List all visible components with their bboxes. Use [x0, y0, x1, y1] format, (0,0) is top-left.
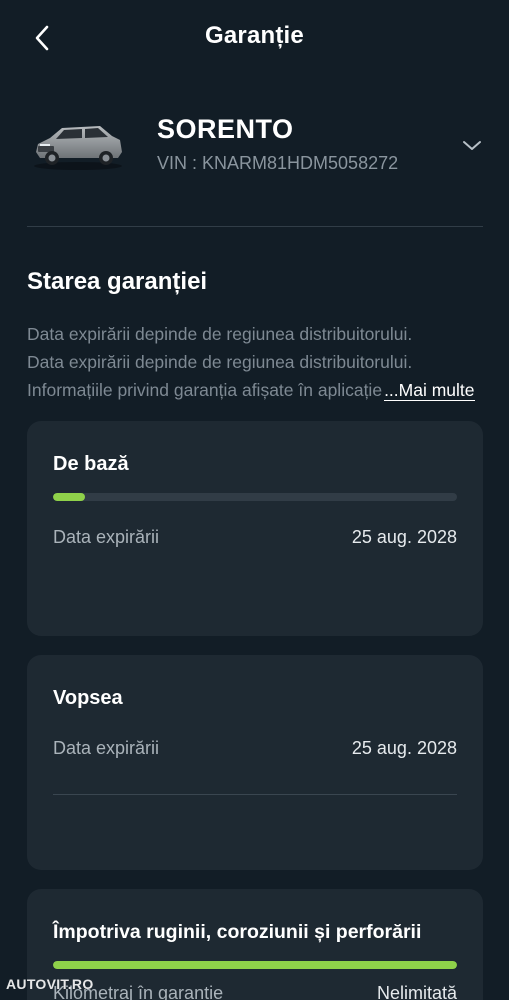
chevron-down-icon[interactable]: [458, 132, 486, 160]
description-line: Informațiile privind garanția afișate în…: [27, 380, 383, 400]
warranty-card-paint: Vopsea Data expirării 25 aug. 2028: [27, 655, 483, 870]
warranty-description: Data expirării depinde de regiunea distr…: [27, 320, 483, 404]
description-line: Data expirării depinde de regiunea distr…: [27, 324, 413, 344]
app-header: Garanție: [0, 0, 509, 76]
warranty-progress-bar: [53, 493, 457, 501]
warranty-card-basic: De bază Data expirării 25 aug. 2028: [27, 421, 483, 636]
section-title: Starea garanției: [27, 268, 208, 295]
card-title: Împotriva ruginii, coroziunii și perforă…: [53, 921, 422, 943]
more-link[interactable]: ...Mai multe: [384, 380, 475, 401]
progress-fill: [53, 493, 86, 501]
mileage-row: Kilometraj în garanție Nelimitată: [53, 983, 457, 1000]
row-label: Data expirării: [53, 527, 160, 547]
description-line: Data expirării depinde de regiunea distr…: [27, 352, 413, 372]
warranty-screen: Garanție SORENTO VIN : KNARM81HDM5058272: [0, 0, 509, 1000]
row-label: Data expirării: [53, 738, 160, 758]
row-value: Nelimitată: [376, 983, 457, 1000]
page-title: Garanție: [205, 22, 304, 49]
card-title: Vopsea: [53, 687, 123, 709]
vehicle-selector[interactable]: SORENTO VIN : KNARM81HDM5058272: [0, 100, 509, 210]
vin-value: KNARM81HDM5058272: [202, 153, 399, 173]
warranty-card-corrosion: Împotriva ruginii, coroziunii și perforă…: [27, 889, 483, 1000]
card-divider: [53, 794, 457, 795]
vin-label: VIN :: [157, 153, 203, 173]
vin-row: VIN : KNARM81HDM5058272: [157, 153, 398, 174]
watermark: AUTOVIT.RO: [6, 976, 94, 992]
card-title: De bază: [53, 453, 129, 475]
divider: [27, 226, 483, 227]
expiry-row: Data expirării 25 aug. 2028: [53, 738, 457, 759]
vehicle-name: SORENTO: [157, 114, 294, 144]
warranty-progress-bar: [53, 961, 457, 969]
row-value: 25 aug. 2028: [351, 527, 457, 547]
progress-fill: [53, 961, 457, 969]
description-line-truncated: Informațiile privind garanția afișate în…: [27, 376, 483, 404]
row-value: 25 aug. 2028: [351, 738, 457, 758]
expiry-row: Data expirării 25 aug. 2028: [53, 527, 457, 548]
car-image: [34, 126, 122, 170]
